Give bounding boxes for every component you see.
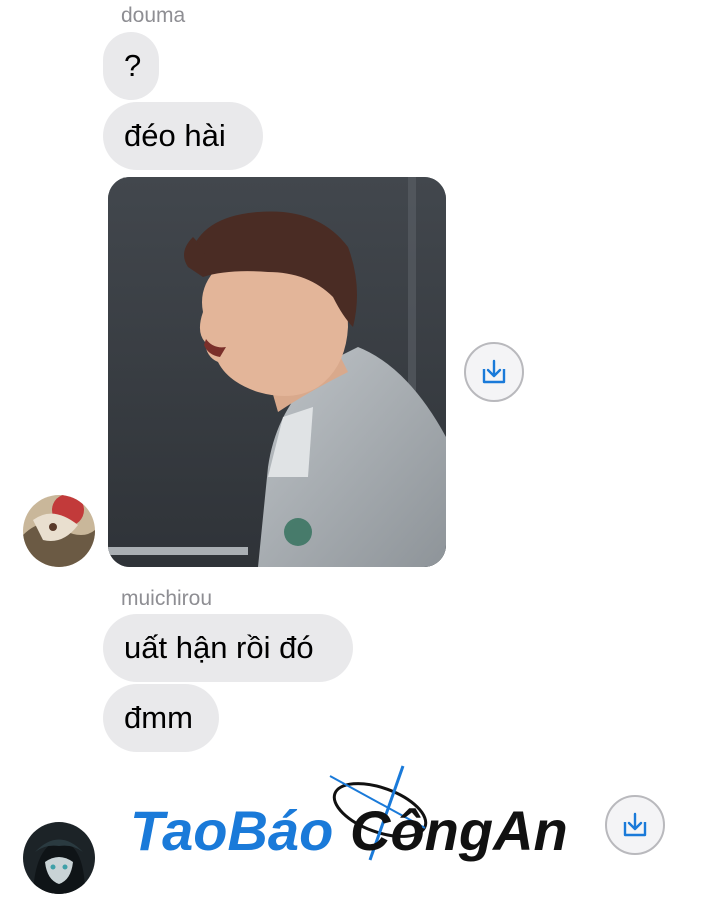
image-attachment[interactable] xyxy=(108,177,446,567)
download-icon xyxy=(623,812,647,837)
avatar-image xyxy=(23,495,95,567)
watermark-text-part2: CôngAn xyxy=(350,799,568,862)
message-bubble[interactable]: ? xyxy=(103,32,159,100)
avatar-douma[interactable] xyxy=(23,495,95,567)
watermark-text-part1: TaoBáo xyxy=(130,799,333,862)
taobaocongan-logo: TaoBáo CôngAn xyxy=(130,765,568,862)
message-bubble[interactable]: uất hận rồi đó xyxy=(103,614,353,682)
avatar-muichirou[interactable] xyxy=(23,822,95,894)
avatar-image xyxy=(23,822,95,894)
download-icon xyxy=(482,359,506,384)
photo-man-shouting xyxy=(108,177,446,567)
sender-name-douma: douma xyxy=(121,4,186,27)
message-bubble[interactable]: đéo hài xyxy=(103,102,263,170)
sender-name-muichirou: muichirou xyxy=(121,587,213,610)
message-bubble[interactable]: đmm xyxy=(103,684,219,752)
save-image-button[interactable] xyxy=(464,342,524,402)
save-image-button[interactable] xyxy=(605,795,665,855)
watermark-logo[interactable]: TaoBáo CôngAn xyxy=(125,762,575,872)
